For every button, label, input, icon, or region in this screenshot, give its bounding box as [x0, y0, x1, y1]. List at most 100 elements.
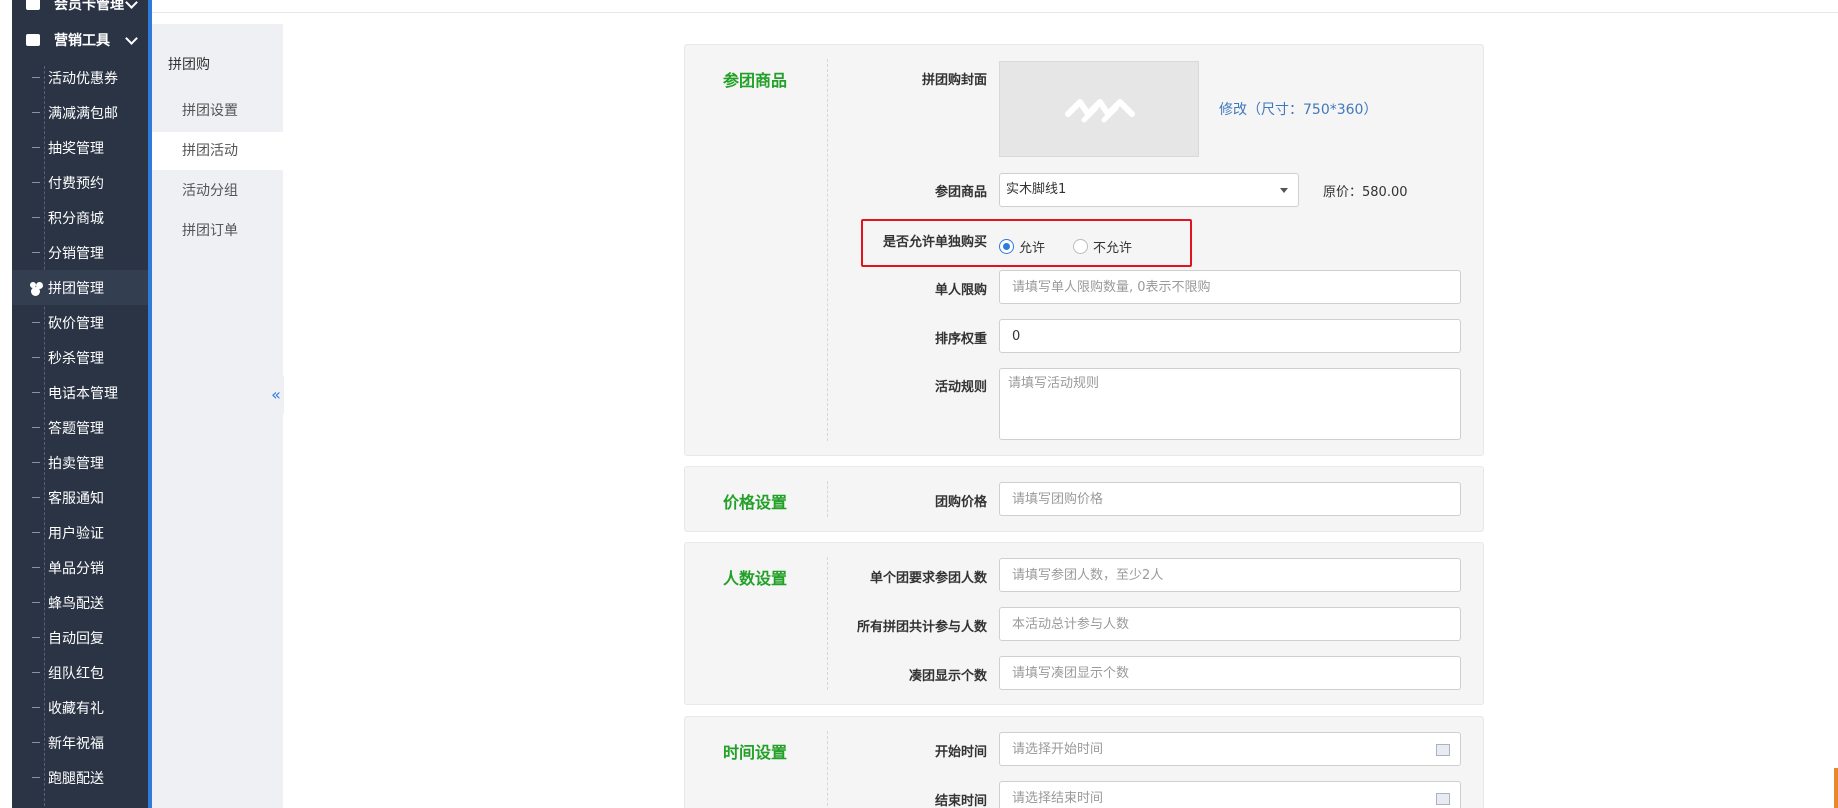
- start-time-input-wrap: [999, 732, 1461, 766]
- sidebar-item-label: 收藏有礼: [48, 700, 104, 717]
- sidebar-item[interactable]: 组队红包: [12, 655, 148, 690]
- total-people-label: 所有拼团共计参与人数: [856, 620, 987, 635]
- sidebar-item-label: 答题管理: [48, 420, 104, 437]
- section-title: 时间设置: [723, 743, 788, 762]
- sidebar-item-label: 电话本管理: [48, 385, 118, 402]
- sidebar-item[interactable]: 客服通知: [12, 480, 148, 515]
- sidebar-item-label: 跑腿配送: [48, 770, 104, 787]
- start-time-input[interactable]: [1012, 733, 1460, 765]
- sidebar-group-label: 营销工具: [54, 33, 110, 49]
- sidebar-item-label: 积分商城: [48, 210, 104, 227]
- group-price-input-wrap: [999, 482, 1461, 516]
- sidebar-item-label: 抽奖管理: [48, 140, 104, 157]
- modify-cover-link[interactable]: 修改（尺寸：750*360）: [1219, 99, 1377, 119]
- end-time-label: 结束时间: [934, 794, 987, 808]
- people-icon: [30, 281, 44, 294]
- per-group-input-wrap: [999, 558, 1461, 592]
- single-buy-label: 是否允许单独购买: [882, 235, 987, 250]
- group-price-input[interactable]: [1012, 483, 1460, 515]
- sidebar-item-label: 自动回复: [48, 630, 104, 647]
- subnav-item-groups[interactable]: 活动分组: [152, 172, 283, 210]
- cover-label: 拼团购封面: [921, 73, 987, 88]
- end-time-input[interactable]: [1012, 782, 1460, 808]
- sidebar-item[interactable]: 收藏有礼: [12, 690, 148, 725]
- group-price-label: 团购价格: [934, 495, 987, 510]
- sidebar-item-label: 单品分销: [48, 560, 104, 577]
- chevron-down-icon: [125, 32, 138, 45]
- section-title: 人数设置: [723, 569, 788, 588]
- sort-input-wrap: [999, 319, 1461, 353]
- goods-select[interactable]: 实木脚线1: [999, 173, 1299, 207]
- subnav-title: 拼团购: [168, 57, 210, 73]
- sidebar-item[interactable]: 活动优惠券: [12, 60, 148, 95]
- cover-image[interactable]: [999, 61, 1199, 157]
- section-title: 价格设置: [723, 493, 788, 512]
- sidebar-item-label: 付费预约: [48, 175, 104, 192]
- sidebar-item-label: 客服通知: [48, 490, 104, 507]
- limit-input[interactable]: [1012, 271, 1460, 303]
- card-icon: [26, 0, 40, 10]
- calendar-icon[interactable]: [1436, 744, 1450, 756]
- per-group-input[interactable]: [1012, 559, 1460, 591]
- radio-allow[interactable]: 允许: [999, 237, 1045, 256]
- limit-label: 单人限购: [934, 283, 987, 298]
- subnav-item-settings[interactable]: 拼团设置: [152, 92, 283, 130]
- sidebar-item-label: 组队红包: [48, 665, 104, 682]
- caret-down-icon: [1280, 188, 1288, 193]
- sidebar-item-label: 活动优惠券: [48, 70, 118, 87]
- display-count-input-wrap: [999, 656, 1461, 690]
- limit-input-wrap: [999, 270, 1461, 304]
- sidebar-item[interactable]: 新年祝福: [12, 725, 148, 760]
- sidebar-group-label: 会员卡管理: [54, 0, 124, 13]
- sidebar-item-label: 砍价管理: [48, 315, 104, 332]
- sidebar-item-label: 满减满包邮: [48, 105, 118, 122]
- sidebar-item[interactable]: 满减满包邮: [12, 95, 148, 130]
- original-price: 原价：580.00: [1323, 185, 1408, 200]
- time-section: 时间设置 开始时间 结束时间: [684, 716, 1484, 808]
- image-placeholder-icon: [1065, 99, 1135, 123]
- goods-label: 参团商品: [934, 185, 987, 200]
- sort-label: 排序权重: [934, 332, 987, 347]
- sidebar-item[interactable]: 分销管理: [12, 235, 148, 270]
- chevron-down-icon: [125, 0, 138, 9]
- sidebar-item[interactable]: 秒杀管理: [12, 340, 148, 375]
- radio-checked-icon: [999, 239, 1014, 254]
- collapse-subnav-button[interactable]: «: [268, 376, 284, 414]
- top-bar: [152, 0, 1838, 13]
- sidebar-group-marketing[interactable]: 营销工具: [12, 22, 148, 58]
- right-edge-bar: [1834, 768, 1838, 808]
- sidebar-item[interactable]: 积分商城: [12, 200, 148, 235]
- page: 会员卡管理 营销工具 活动优惠券 满减满包邮 抽奖管理 付费预约 积分商城 分销…: [0, 0, 1838, 808]
- sidebar-item-label: 用户验证: [48, 525, 104, 542]
- calendar-icon[interactable]: [1436, 793, 1450, 805]
- sidebar-item[interactable]: 蜂鸟配送: [12, 585, 148, 620]
- people-section: 人数设置 单个团要求参团人数 所有拼团共计参与人数 凑团显示个数: [684, 542, 1484, 705]
- subnav-item-orders[interactable]: 拼团订单: [152, 212, 283, 250]
- sidebar-item[interactable]: 砍价管理: [12, 305, 148, 340]
- total-people-input[interactable]: [1012, 608, 1460, 640]
- display-count-input[interactable]: [1012, 657, 1460, 689]
- start-time-label: 开始时间: [934, 745, 987, 760]
- sidebar-item[interactable]: 电话本管理: [12, 375, 148, 410]
- section-title: 参团商品: [723, 71, 788, 90]
- sidebar-item-label: 拍卖管理: [48, 455, 104, 472]
- sort-input[interactable]: [1012, 320, 1460, 352]
- sidebar-item-label: 分销管理: [48, 245, 104, 262]
- radio-disallow-label: 不允许: [1093, 241, 1133, 256]
- rules-textarea[interactable]: [1008, 369, 1460, 439]
- price-section: 价格设置 团购价格: [684, 466, 1484, 532]
- sidebar-item[interactable]: 付费预约: [12, 165, 148, 200]
- sidebar-item[interactable]: 拍卖管理: [12, 445, 148, 480]
- sidebar-item[interactable]: 用户验证: [12, 515, 148, 550]
- sidebar-item[interactable]: 自动回复: [12, 620, 148, 655]
- sidebar-item[interactable]: 答题管理: [12, 410, 148, 445]
- sidebar-item-group-buy[interactable]: 拼团管理: [12, 270, 148, 305]
- radio-disallow[interactable]: 不允许: [1073, 237, 1132, 256]
- sidebar-item[interactable]: 单品分销: [12, 550, 148, 585]
- sidebar-item-label: 新年祝福: [48, 735, 104, 752]
- sidebar-item[interactable]: 跑腿配送: [12, 760, 148, 795]
- subnav-item-activities[interactable]: 拼团活动: [152, 132, 283, 170]
- sidebar-item[interactable]: 抽奖管理: [12, 130, 148, 165]
- rules-textarea-wrap: [999, 368, 1461, 440]
- sidebar-group-member-card[interactable]: 会员卡管理: [12, 0, 148, 22]
